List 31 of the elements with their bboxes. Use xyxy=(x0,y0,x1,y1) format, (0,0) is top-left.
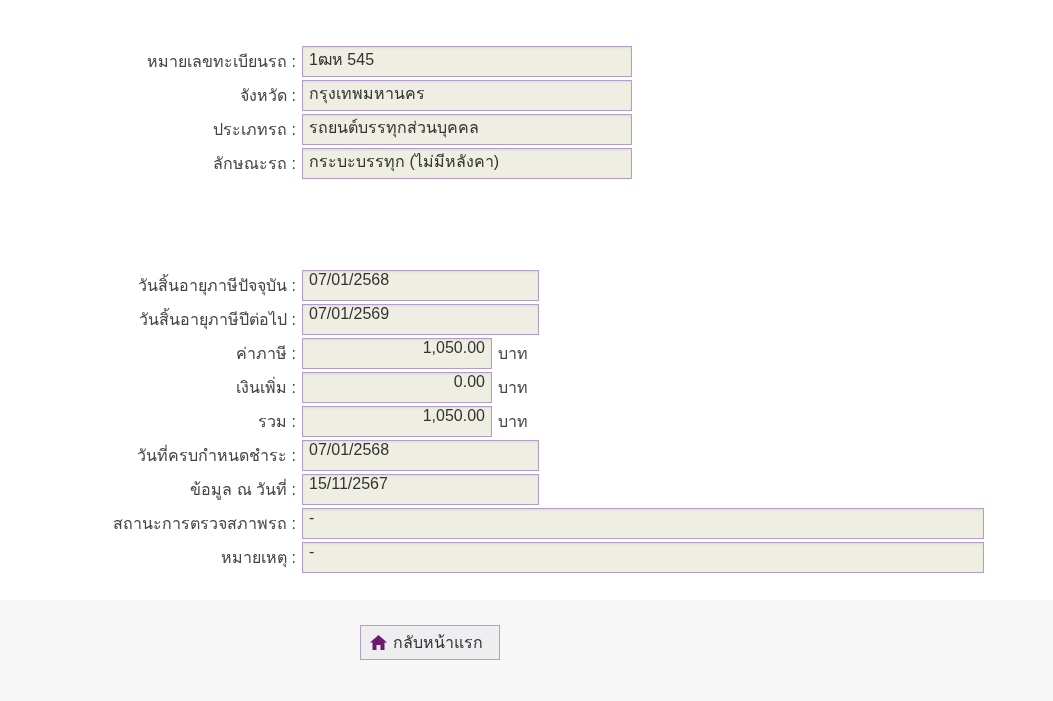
unit-label: บาท xyxy=(498,412,528,432)
field-label: เงินเพิ่ม : xyxy=(235,376,297,398)
home-icon xyxy=(370,635,387,650)
unit-label: บาท xyxy=(498,344,528,364)
field-label: ประเภทรถ : xyxy=(212,120,297,140)
field-label: จังหวัด : xyxy=(239,86,297,106)
input-field[interactable]: กรุงเทพมหานคร xyxy=(302,80,632,111)
field-label: รวม : xyxy=(257,412,297,432)
input-field[interactable]: 0.00 xyxy=(302,372,492,403)
input-field[interactable]: 07/01/2568 xyxy=(302,270,539,301)
field-label: วันที่ครบกำหนดชำระ : xyxy=(136,444,297,466)
input-field[interactable]: 07/01/2569 xyxy=(302,304,539,335)
field-label: ค่าภาษี : xyxy=(235,344,297,364)
field-label: ลักษณะรถ : xyxy=(212,154,297,174)
input-field[interactable]: - xyxy=(302,542,984,573)
input-field[interactable]: 1,050.00 xyxy=(302,406,492,437)
input-field[interactable]: 1ฒห 545 xyxy=(302,46,632,77)
field-label: วันสิ้นอายุภาษีปัจจุบัน : xyxy=(0,273,302,298)
input-field[interactable]: 15/11/2567 xyxy=(302,474,539,505)
field-label: ข้อมูล ณ วันที่ : xyxy=(189,478,297,502)
field-label: สถานะการตรวจสภาพรถ : xyxy=(112,514,297,534)
field-label: หมายเลขทะเบียนรถ : xyxy=(146,52,297,72)
input-field[interactable]: กระบะบรรทุก (ไม่มีหลังคา) xyxy=(302,148,632,179)
input-field[interactable]: - xyxy=(302,508,984,539)
home-button[interactable]: กลับหน้าแรก xyxy=(360,625,500,660)
input-field[interactable]: 1,050.00 xyxy=(302,338,492,369)
input-field[interactable]: รถยนต์บรรทุกส่วนบุคคล xyxy=(302,114,632,145)
input-field[interactable]: 07/01/2568 xyxy=(302,440,539,471)
field-label: วันสิ้นอายุภาษีปีต่อไป : xyxy=(0,307,302,332)
field-label: หมายเหตุ : xyxy=(220,548,297,570)
unit-label: บาท xyxy=(498,378,528,398)
